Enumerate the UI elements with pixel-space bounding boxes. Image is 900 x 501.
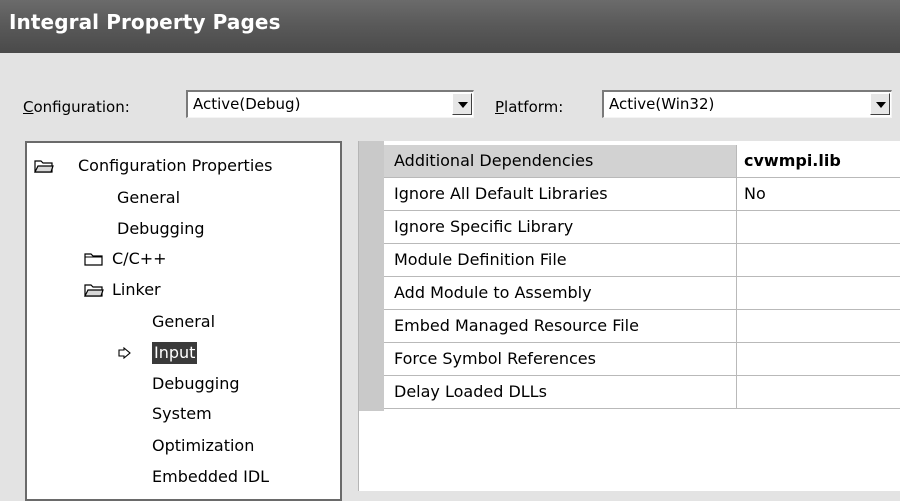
caret-right-icon — [118, 347, 131, 359]
tree-item-label: Configuration Properties — [78, 156, 273, 175]
property-name: Force Symbol References — [384, 343, 737, 375]
tree-item-configuration-properties[interactable]: Configuration Properties — [27, 155, 272, 177]
tree-item-general[interactable]: General — [117, 187, 180, 209]
property-name: Add Module to Assembly — [384, 277, 737, 309]
platform-label-text: latform: — [504, 98, 564, 116]
closed-folder-icon — [84, 253, 103, 266]
tree-item-label: C/C++ — [112, 249, 167, 268]
property-value[interactable] — [737, 211, 900, 243]
table-row[interactable]: Ignore Specific Library — [384, 211, 900, 244]
tree-item-linker-general[interactable]: General — [152, 311, 215, 333]
window-title: Integral Property Pages — [9, 10, 281, 34]
configuration-label-text: onfiguration: — [33, 98, 130, 116]
tree-item-linker-input[interactable]: Input — [27, 342, 198, 364]
table-row[interactable]: Embed Managed Resource File — [384, 310, 900, 343]
table-row[interactable]: Delay Loaded DLLs — [384, 376, 900, 409]
tree-item-label: Linker — [112, 280, 161, 299]
property-name: Module Definition File — [384, 244, 737, 276]
property-name: Embed Managed Resource File — [384, 310, 737, 342]
configuration-dropdown-button[interactable] — [452, 93, 472, 115]
property-value[interactable] — [737, 244, 900, 276]
platform-dropdown-button[interactable] — [870, 93, 890, 115]
tree-item-linker-system[interactable]: System — [152, 403, 212, 425]
property-value[interactable] — [737, 277, 900, 309]
platform-label-accesskey: P — [495, 98, 505, 116]
property-grid[interactable]: Additional Dependencies cvwmpi.lib Ignor… — [358, 141, 900, 491]
title-bar[interactable]: Integral Property Pages — [0, 0, 900, 53]
tree-item-label: Debugging — [117, 219, 205, 238]
property-name: Ignore Specific Library — [384, 211, 737, 243]
tree-item-label: Optimization — [152, 436, 255, 455]
tree-item-label: General — [152, 312, 216, 331]
property-value[interactable]: No — [737, 178, 900, 210]
tree-item-cpp[interactable]: C/C++ — [27, 248, 167, 270]
grid-gutter — [359, 141, 384, 411]
tree-item-debugging[interactable]: Debugging — [117, 218, 205, 240]
tree-item-label: Embedded IDL — [152, 467, 270, 486]
open-folder-icon — [84, 284, 104, 297]
table-row[interactable]: Ignore All Default Libraries No — [384, 178, 900, 211]
property-value[interactable] — [737, 310, 900, 342]
chevron-down-icon — [458, 102, 468, 108]
table-row[interactable]: Additional Dependencies cvwmpi.lib — [384, 145, 900, 178]
property-name: Additional Dependencies — [384, 145, 737, 177]
tree-item-label: System — [152, 404, 212, 423]
tree-item-linker-embedded-idl[interactable]: Embedded IDL — [152, 466, 269, 488]
platform-dropdown[interactable]: Active(Win32) — [602, 90, 892, 118]
tree-item-linker-debugging[interactable]: Debugging — [152, 373, 240, 395]
configuration-value: Active(Debug) — [193, 95, 301, 113]
property-value[interactable] — [737, 376, 900, 408]
table-row[interactable]: Add Module to Assembly — [384, 277, 900, 310]
configuration-label-accesskey: C — [23, 98, 34, 116]
table-row[interactable]: Force Symbol References — [384, 343, 900, 376]
open-folder-icon — [34, 160, 54, 173]
tree-item-label: Debugging — [152, 374, 240, 393]
tree-item-linker-optimization[interactable]: Optimization — [152, 435, 254, 457]
configuration-dropdown[interactable]: Active(Debug) — [186, 90, 474, 118]
tree-item-linker[interactable]: Linker — [27, 279, 161, 301]
property-name: Ignore All Default Libraries — [384, 178, 737, 210]
property-value[interactable]: cvwmpi.lib — [737, 145, 900, 177]
tree-item-label: General — [117, 188, 181, 207]
property-name: Delay Loaded DLLs — [384, 376, 737, 408]
tree-item-label: Input — [152, 342, 198, 364]
table-row[interactable]: Module Definition File — [384, 244, 900, 277]
property-value[interactable] — [737, 343, 900, 375]
platform-value: Active(Win32) — [609, 95, 715, 113]
configuration-label: Configuration: — [23, 98, 130, 116]
chevron-down-icon — [876, 102, 886, 108]
platform-label: Platform: — [495, 98, 563, 116]
property-tree[interactable]: Configuration Properties General Debuggi… — [25, 141, 342, 501]
